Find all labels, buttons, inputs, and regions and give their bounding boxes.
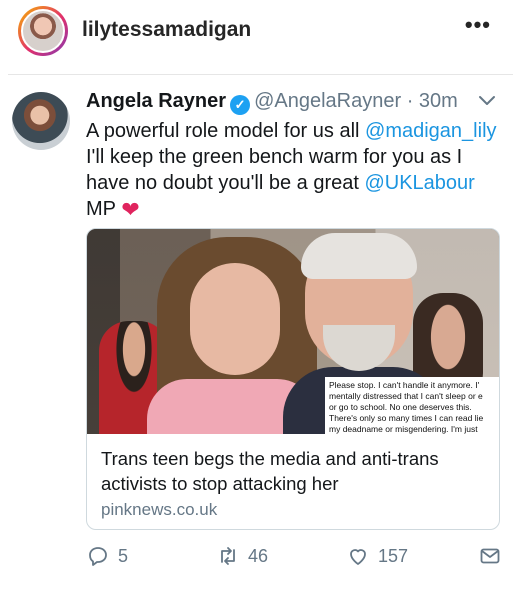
avatar-photo xyxy=(21,9,65,53)
direct-message-icon xyxy=(480,548,500,564)
link-card-body: Trans teen begs the media and anti-trans… xyxy=(87,434,499,529)
link-preview-card[interactable]: Please stop. I can't handle it anymore. … xyxy=(86,228,500,530)
tweet-author-avatar[interactable] xyxy=(12,92,70,150)
tweet-text: A powerful role model for us all @madiga… xyxy=(86,118,506,223)
retweet-button[interactable]: 46 xyxy=(216,544,268,568)
like-heart-icon xyxy=(350,549,366,565)
like-button[interactable]: 157 xyxy=(346,544,408,568)
separator-dot: · xyxy=(406,90,414,112)
link-card-title[interactable]: Trans teen begs the media and anti-trans… xyxy=(101,446,485,496)
photo-person-man-hair xyxy=(301,233,417,279)
reply-icon xyxy=(89,547,107,566)
retweet-icon xyxy=(221,547,235,565)
tweet-text-part: A powerful role model for us all xyxy=(86,120,366,142)
instagram-avatar[interactable] xyxy=(18,6,68,56)
tweet-actions: 5 46 157 xyxy=(86,544,506,574)
caption-line: my deadname or misgendering. I'm just xyxy=(329,424,478,434)
link-card-domain: pinknews.co.uk xyxy=(101,500,218,519)
caption-line: There's only so many times I can read li… xyxy=(329,413,484,423)
more-horizontal-icon[interactable]: ••• xyxy=(465,12,491,38)
direct-message-button[interactable] xyxy=(478,544,502,568)
like-count: 157 xyxy=(378,545,409,566)
instagram-username[interactable]: lilytessamadigan xyxy=(82,18,251,42)
heart-emoji-icon: ❤ xyxy=(121,197,140,222)
tweet-header: Angela Rayner ✓ @AngelaRayner · 30m xyxy=(86,90,458,115)
tweet-text-part: MP xyxy=(86,198,122,220)
mention-link-uklabour[interactable]: @UKLabour xyxy=(364,172,474,194)
verified-check-icon: ✓ xyxy=(230,95,251,115)
tweet-timestamp[interactable]: 30m xyxy=(419,90,458,112)
tweet-author-name[interactable]: Angela Rayner xyxy=(86,90,226,112)
article-photo: Please stop. I can't handle it anymore. … xyxy=(87,229,499,434)
reply-button[interactable]: 5 xyxy=(86,544,128,568)
instagram-post-header: lilytessamadigan ••• xyxy=(0,0,513,64)
caption-line: mentally distressed that I can't sleep o… xyxy=(329,391,483,401)
retweet-count: 46 xyxy=(248,545,269,566)
divider xyxy=(8,74,513,75)
reply-count: 5 xyxy=(118,545,129,566)
caption-line: or go to school. No one deserves this. xyxy=(329,402,472,412)
photo-person-teen-face xyxy=(190,263,280,375)
caption-line: Please stop. I can't handle it anymore. … xyxy=(329,380,480,390)
tweet-author-handle[interactable]: @AngelaRayner xyxy=(254,90,401,112)
embedded-tweet: Angela Rayner ✓ @AngelaRayner · 30m A powe… xyxy=(8,80,513,600)
photo-caption-overlay: Please stop. I can't handle it anymore. … xyxy=(325,377,499,434)
mention-link-madigan-lily[interactable]: @madigan_lily xyxy=(365,120,496,142)
chevron-down-icon[interactable] xyxy=(475,88,499,118)
